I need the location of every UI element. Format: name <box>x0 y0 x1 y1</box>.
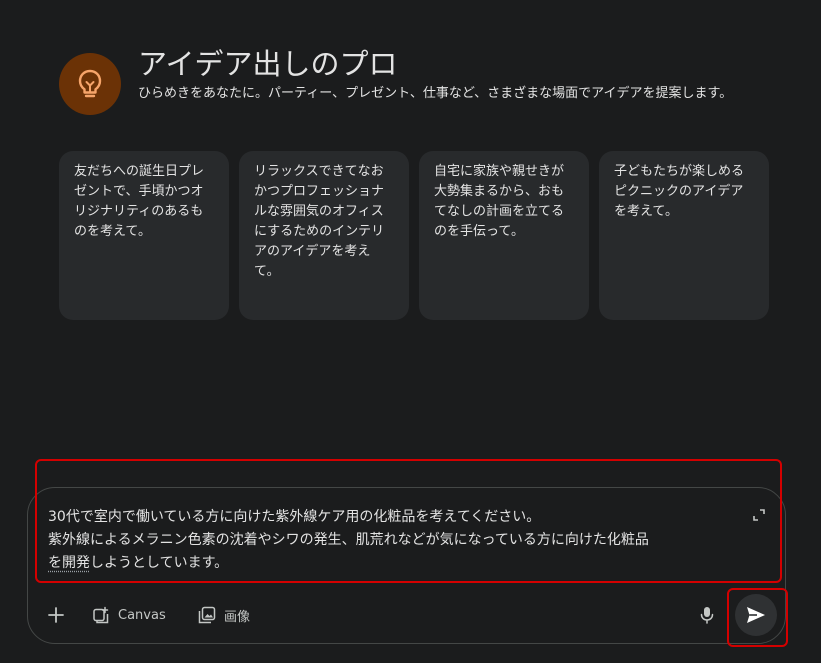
send-icon <box>747 607 765 623</box>
gemini-chat-page: アイデア出しのプロ ひらめきをあなたに。パーティー、プレゼント、仕事など、さまざ… <box>0 0 821 663</box>
suggestion-card-picnic[interactable]: 子どもたちが楽しめるピクニックのアイデアを考えて。 <box>599 151 769 320</box>
add-button[interactable] <box>43 602 69 628</box>
suggestion-cards: 友だちへの誕生日プレゼントで、手頃かつオリジナリティのあるものを考えて。 リラッ… <box>59 151 769 320</box>
microphone-button[interactable] <box>696 602 718 628</box>
send-button[interactable] <box>735 594 777 636</box>
suggestion-card-hosting[interactable]: 自宅に家族や親せきが大勢集まるから、おもてなしの計画を立てるのを手伝って。 <box>419 151 589 320</box>
gem-header: アイデア出しのプロ ひらめきをあなたに。パーティー、プレゼント、仕事など、さまざ… <box>59 44 769 134</box>
prompt-textarea[interactable]: 30代で室内で働いている方に向けた紫外線ケア用の化粧品を考えてください。 紫外線… <box>48 506 748 575</box>
suggestion-card-gift[interactable]: 友だちへの誕生日プレゼントで、手頃かつオリジナリティのあるものを考えて。 <box>59 151 229 320</box>
plus-icon <box>48 607 64 623</box>
canvas-icon <box>93 606 109 624</box>
prompt-line-3-rest: しようとしています。 <box>90 555 229 571</box>
spellcheck-underlined-text: を開発 <box>48 555 90 571</box>
gem-title: アイデア出しのプロ <box>138 47 398 81</box>
prompt-line-3: を開発しようとしています。 <box>48 552 748 575</box>
canvas-button[interactable]: Canvas <box>92 602 166 628</box>
gem-description: ひらめきをあなたに。パーティー、プレゼント、仕事など、さまざまな場面でアイデアを… <box>138 86 733 101</box>
suggestion-card-office-interior[interactable]: リラックスできてなおかつプロフェッショナルな雰囲気のオフィスにするためのインテリ… <box>239 151 409 320</box>
image-icon <box>198 606 216 624</box>
image-label: 画像 <box>224 609 251 625</box>
canvas-label: Canvas <box>118 607 166 623</box>
microphone-icon <box>700 607 714 624</box>
prompt-line-1: 30代で室内で働いている方に向けた紫外線ケア用の化粧品を考えてください。 <box>48 509 541 525</box>
gem-avatar <box>59 53 121 115</box>
image-button[interactable]: 画像 <box>198 602 250 628</box>
prompt-input-box[interactable]: 30代で室内で働いている方に向けた紫外線ケア用の化粧品を考えてください。 紫外線… <box>27 487 786 644</box>
prompt-line-2: 紫外線によるメラニン色素の沈着やシワの発生、肌荒れなどが気になっている方に向けた… <box>48 532 649 548</box>
expand-icon[interactable] <box>750 506 768 524</box>
lightbulb-icon <box>78 69 102 98</box>
